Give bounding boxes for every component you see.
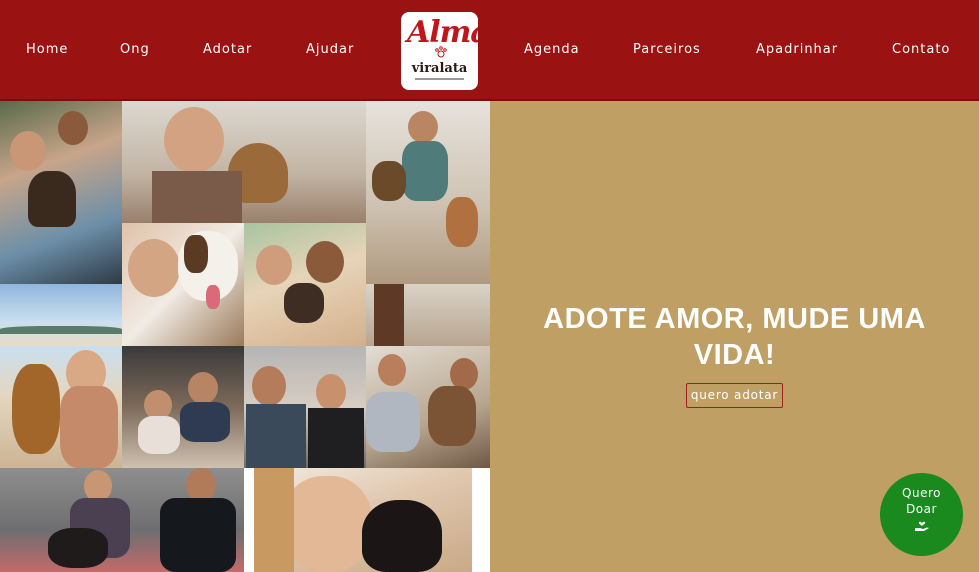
- photo-woman-with-black-dog: [254, 468, 472, 572]
- nav-parceiros[interactable]: Parceiros: [633, 42, 701, 57]
- photo-couple-on-sofa: [0, 468, 244, 572]
- photo-girl-with-dog: [0, 101, 122, 284]
- donate-label: Quero Doar: [902, 486, 941, 516]
- nav-ajudar[interactable]: Ajudar: [306, 42, 354, 57]
- photo-woman-with-two-dogs: [366, 101, 490, 284]
- nav-ong[interactable]: Ong: [120, 42, 150, 57]
- photo-door-wall: [366, 284, 490, 346]
- donate-button[interactable]: Quero Doar: [880, 473, 963, 556]
- site-logo[interactable]: Alma viralata: [401, 12, 478, 90]
- adoption-photo-collage: [0, 101, 490, 572]
- photo-beach-sky: [0, 284, 122, 346]
- photo-woman-with-dog: [122, 101, 366, 223]
- photo-couple-at-bar: [122, 346, 244, 468]
- photo-couple-in-car: [244, 346, 366, 468]
- nav-adotar[interactable]: Adotar: [203, 42, 252, 57]
- photo-woman-with-dog-beach: [0, 346, 122, 468]
- logo-viralata-text: viralata: [411, 61, 468, 76]
- nav-home[interactable]: Home: [26, 42, 68, 57]
- nav-apadrinhar[interactable]: Apadrinhar: [756, 42, 838, 57]
- photo-couple-sitting-with-dogs: [366, 346, 490, 468]
- logo-alma-text: Alma: [407, 15, 478, 50]
- photo-woman-with-beagle: [122, 223, 244, 346]
- nav-contato[interactable]: Contato: [892, 42, 950, 57]
- adopt-button[interactable]: quero adotar: [686, 383, 783, 408]
- logo-tagline: [415, 78, 464, 80]
- nav-agenda[interactable]: Agenda: [524, 42, 580, 57]
- hero-title: ADOTE AMOR, MUDE UMA VIDA!: [543, 303, 926, 371]
- paw-icon: [435, 46, 447, 58]
- site-header: Home Ong Adotar Ajudar Alma viralata Age…: [0, 0, 979, 101]
- photo-couple-with-puppy: [244, 223, 366, 346]
- hand-heart-icon: [915, 521, 929, 531]
